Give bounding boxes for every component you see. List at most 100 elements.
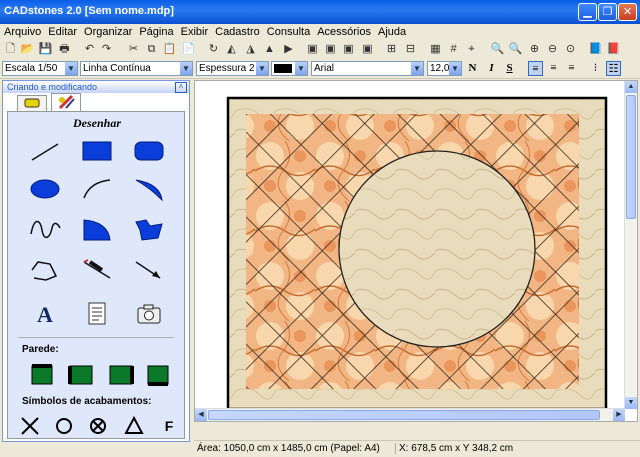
thickness-select[interactable]: Espessura 2 ▼ (196, 61, 269, 76)
rounded-rectangle-tool-icon[interactable] (132, 138, 166, 164)
bring-front-icon[interactable]: ▣ (305, 42, 320, 57)
text-grid-icon[interactable]: ⁝ (588, 61, 603, 76)
group-icon[interactable]: ⊞ (384, 42, 399, 57)
menu-cadastro[interactable]: Cadastro (211, 24, 263, 38)
menu-pagina[interactable]: Página (135, 24, 176, 38)
mirror-left-icon[interactable]: ◭ (224, 42, 239, 57)
rectangle-tool-icon[interactable] (80, 138, 114, 164)
underline-button[interactable]: S (502, 61, 517, 76)
note-tool-icon[interactable] (80, 300, 114, 326)
cross-symbol-icon[interactable] (14, 412, 48, 438)
maximize-button[interactable]: ❐ (598, 3, 617, 21)
curve-tool-icon[interactable] (28, 216, 62, 242)
drawing-canvas[interactable]: ▲ ▼ ◀ ▶ (194, 80, 638, 422)
scale-select[interactable]: Escala 1/50 ▼ (2, 61, 78, 76)
mirror-up-icon[interactable]: ◮ (243, 42, 258, 57)
save-icon[interactable]: 💾 (38, 42, 53, 57)
rotate-icon[interactable]: ↻ (206, 42, 221, 57)
redo-icon[interactable]: ↷ (99, 42, 114, 57)
align-center-icon[interactable]: ≡ (546, 61, 561, 76)
align-right-icon[interactable]: ≡ (564, 61, 579, 76)
center-circle-medallion[interactable] (338, 150, 536, 348)
zoom-window-icon[interactable]: 🔍 (490, 42, 505, 57)
open-folder-icon[interactable]: 📂 (20, 42, 35, 57)
circle-cross-symbol-icon[interactable] (82, 412, 116, 438)
color-select[interactable]: ▼ (271, 61, 308, 76)
menu-arquivo[interactable]: Arquivo (0, 24, 44, 38)
menu-ajuda[interactable]: Ajuda (374, 24, 409, 38)
snap-icon[interactable]: ⌖ (464, 42, 479, 57)
text-layout-icon[interactable]: ☷ (606, 61, 621, 76)
font-select[interactable]: Arial ▼ (311, 61, 424, 76)
menu-consulta[interactable]: Consulta (263, 24, 313, 38)
panel-title: Criando e modificando (7, 82, 98, 92)
scroll-left-icon[interactable]: ◀ (195, 409, 207, 421)
dimension-tool-icon[interactable] (80, 256, 114, 282)
menu-exibir[interactable]: Exibir (177, 24, 212, 38)
bring-forward-icon[interactable]: ▣ (341, 42, 356, 57)
ungroup-icon[interactable]: ⊟ (403, 42, 418, 57)
menu-organizar[interactable]: Organizar (80, 24, 135, 38)
zoom-page-icon[interactable]: ⊙ (563, 42, 578, 57)
arc-tool-icon[interactable] (80, 176, 114, 202)
wall-top-icon[interactable] (26, 362, 60, 388)
arrow-tool-icon[interactable] (132, 256, 166, 282)
camera-icon[interactable] (132, 300, 166, 326)
bold-button[interactable]: N (465, 61, 480, 76)
line-type-select[interactable]: Linha Contínua ▼ (80, 61, 193, 76)
copy-icon[interactable]: ⧉ (144, 42, 159, 57)
status-bar: Área: 1050,0 cm x 1485,0 cm (Papel: A4) … (194, 440, 640, 457)
vertical-scrollbar[interactable]: ▲ ▼ (624, 81, 637, 409)
horizontal-scrollbar[interactable]: ◀ ▶ (195, 408, 625, 421)
zoom-in-icon[interactable]: ⊕ (527, 42, 542, 57)
polyline-tool-icon[interactable] (28, 256, 62, 282)
send-backward-icon[interactable]: ▣ (360, 42, 375, 57)
text-tool-icon[interactable]: A (28, 300, 62, 326)
tab-draw[interactable] (51, 93, 81, 111)
arc-segment-tool-icon[interactable] (132, 176, 166, 202)
menu-acessorios[interactable]: Acessórios (313, 24, 374, 38)
zoom-all-icon[interactable]: 🔍 (508, 42, 523, 57)
new-file-icon[interactable]: 🗋 (3, 42, 18, 57)
circle-symbol-icon[interactable] (48, 412, 82, 438)
sector-tool-icon[interactable] (80, 216, 114, 242)
align-left-icon[interactable]: ≡ (528, 61, 543, 76)
triangle-symbol-icon[interactable] (118, 412, 152, 438)
flip-horizontal-icon[interactable]: ▶ (281, 42, 296, 57)
wall-right-icon[interactable] (104, 362, 138, 388)
wall-left-icon[interactable] (64, 362, 98, 388)
paste-icon[interactable]: 📋 (162, 42, 177, 57)
horizontal-scroll-thumb[interactable] (208, 410, 600, 420)
svg-text:A: A (37, 302, 53, 326)
thickness-value: Espessura 2 (199, 63, 255, 74)
minimize-button[interactable]: ▁ (578, 3, 597, 21)
library-icon[interactable]: 📕 (606, 42, 621, 57)
collapse-icon[interactable]: ˄ (175, 82, 187, 93)
vertical-scroll-thumb[interactable] (626, 95, 636, 219)
line-tool-icon[interactable] (28, 138, 62, 164)
catalog-icon[interactable]: 📘 (588, 42, 603, 57)
scroll-down-icon[interactable]: ▼ (625, 397, 637, 409)
scroll-up-icon[interactable]: ▲ (625, 81, 637, 93)
send-back-icon[interactable]: ▣ (323, 42, 338, 57)
panel-tabs (3, 93, 189, 111)
f-symbol-button[interactable]: F (152, 418, 186, 444)
cut-icon[interactable]: ✂ (126, 42, 141, 57)
undo-icon[interactable]: ↶ (82, 42, 97, 57)
scroll-right-icon[interactable]: ▶ (613, 409, 625, 421)
flip-vertical-icon[interactable]: ▲ (262, 42, 277, 57)
hash-grid-icon[interactable]: # (446, 42, 461, 57)
floor-plan-drawing[interactable] (195, 81, 625, 409)
polygon-tool-icon[interactable] (132, 216, 166, 242)
menu-editar[interactable]: Editar (44, 24, 80, 38)
print-icon[interactable]: 🖶 (57, 42, 72, 57)
close-button[interactable]: ✕ (618, 3, 637, 21)
font-size-select[interactable]: 12,0 ▼ (427, 61, 462, 76)
tab-pieces[interactable] (17, 95, 47, 111)
grid-icon[interactable]: ▦ (428, 42, 443, 57)
ellipse-tool-icon[interactable] (28, 176, 62, 202)
zoom-out-icon[interactable]: ⊖ (545, 42, 560, 57)
italic-button[interactable]: I (484, 61, 499, 76)
wall-bottom-icon[interactable] (142, 362, 176, 388)
paste-special-icon[interactable]: 📄 (181, 42, 196, 57)
